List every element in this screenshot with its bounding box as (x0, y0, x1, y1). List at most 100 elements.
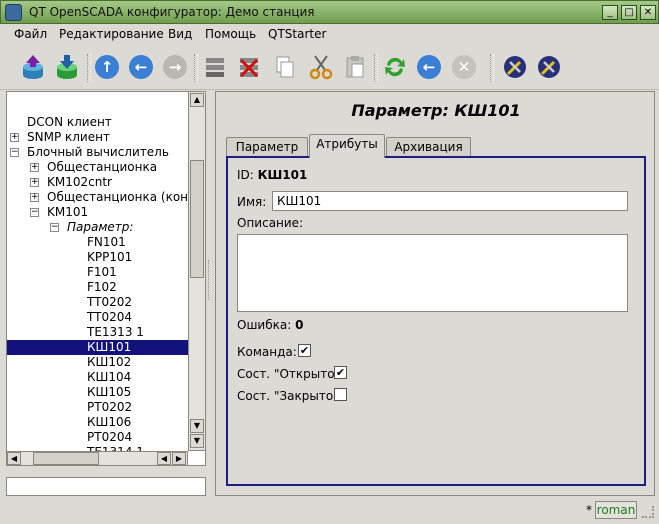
tree-item[interactable]: PT0202 (85, 400, 134, 415)
maximize-button[interactable]: □ (621, 5, 637, 20)
tab-parameter[interactable]: Параметр (226, 137, 308, 157)
parameter-panel: Параметр: КШ101 Параметр Атрибуты Архива… (215, 91, 655, 496)
expand-icon[interactable]: + (10, 133, 19, 142)
db-save-button[interactable] (52, 52, 82, 82)
tool-button[interactable] (500, 52, 530, 82)
expand-icon[interactable]: + (30, 163, 39, 172)
tool-icon (504, 56, 526, 78)
tree-item[interactable]: КШ104 (85, 370, 133, 385)
tree-item[interactable]: КШ101 (7, 340, 189, 355)
description-field[interactable] (237, 234, 628, 312)
description-label: Описание: (237, 216, 304, 230)
scroll-left-icon[interactable]: ◀ (7, 452, 21, 465)
tree-item[interactable]: КШ106 (85, 415, 133, 430)
tree-item[interactable]: TT0202 (85, 295, 134, 310)
error-value: 0 (295, 318, 304, 332)
tree-horizontal-scrollbar[interactable]: ◀ ◀ ▶ (6, 451, 188, 466)
menu-help[interactable]: Помощь (205, 27, 256, 41)
refresh-button[interactable] (380, 52, 410, 82)
tree-vertical-scrollbar[interactable]: ▲ ▼ ▼ (188, 91, 206, 451)
menu-bar: Файл Редактирование Вид Помощь QTStarter (0, 24, 659, 46)
error-label-text: Ошибка: (237, 318, 292, 332)
scroll-down-icon[interactable]: ▼ (190, 434, 204, 448)
scrollbar-thumb[interactable] (190, 160, 204, 278)
minimize-button[interactable]: _ (602, 5, 618, 20)
window-title: QT OpenSCADA конфигуратор: Демо станция (29, 5, 315, 19)
tree-item[interactable]: F101 (85, 265, 119, 280)
scroll-up-icon[interactable]: ▲ (190, 93, 204, 107)
collapse-icon[interactable]: − (30, 208, 39, 217)
tree-item[interactable]: KPP101 (85, 250, 134, 265)
name-field[interactable]: КШ101 (272, 191, 628, 211)
panel-splitter[interactable] (208, 260, 212, 300)
paste-button (340, 52, 370, 82)
menu-edit[interactable]: Редактирование (59, 27, 164, 41)
tree-item[interactable]: Блочный вычислитель (25, 145, 171, 160)
scroll-down-icon[interactable]: ▼ (190, 419, 204, 433)
user-indicator[interactable]: roman (595, 501, 637, 519)
tree-item-label: KM101 (47, 205, 89, 219)
resize-grip-icon[interactable] (642, 506, 654, 518)
modified-indicator: * (586, 503, 592, 517)
tree-item[interactable]: TE1313 1 (85, 325, 146, 340)
db-load-button[interactable] (18, 52, 48, 82)
tree-item[interactable]: FN101 (85, 235, 128, 250)
delete-button[interactable] (234, 52, 264, 82)
scroll-left-icon[interactable]: ◀ (157, 452, 171, 465)
tool2-icon (538, 56, 560, 78)
tree-item[interactable]: Общестанционка (контр) (45, 190, 205, 205)
title-bar: QT OpenSCADA конфигуратор: Демо станция … (0, 0, 659, 24)
tree-item[interactable]: Общестанционка (45, 160, 159, 175)
collapse-icon[interactable]: − (10, 148, 19, 157)
toolbar-separator (490, 54, 494, 82)
tab-attributes[interactable]: Атрибуты (309, 134, 385, 158)
collapse-icon[interactable]: − (50, 223, 59, 232)
back-button[interactable]: ← (126, 52, 156, 82)
expand-icon[interactable]: + (30, 178, 39, 187)
start-icon: ← (417, 55, 441, 79)
start-button[interactable]: ← (414, 52, 444, 82)
tree-item-label: КШ102 (87, 355, 132, 369)
add-button[interactable] (200, 52, 230, 82)
open-state-checkbox[interactable]: ✔ (334, 366, 347, 379)
tree-item[interactable]: КШ105 (85, 385, 133, 400)
tree-item[interactable]: SNMP клиент (25, 130, 112, 145)
expand-icon[interactable]: + (30, 193, 39, 202)
tree-item-label: TT0204 (87, 310, 132, 324)
back-icon: ← (129, 55, 153, 79)
id-label-text: ID: (237, 168, 254, 182)
tree-item[interactable]: F102 (85, 280, 119, 295)
tree-item-label: Параметр: (67, 220, 134, 234)
app-icon[interactable] (5, 4, 22, 21)
tree-item-label: F101 (87, 265, 117, 279)
tree-item[interactable]: TT0204 (85, 310, 134, 325)
up-button[interactable]: ↑ (92, 52, 122, 82)
tab-archiving[interactable]: Архивация (386, 137, 471, 157)
closed-state-checkbox[interactable] (334, 388, 347, 401)
menu-qtstarter[interactable]: QTStarter (268, 27, 326, 41)
object-tree[interactable]: DCON клиент SNMP клиент + Блочный вычислите… (6, 91, 206, 466)
scrollbar-thumb[interactable] (33, 452, 99, 465)
cut-button[interactable] (306, 52, 336, 82)
tree-item[interactable]: KM102cntr (45, 175, 114, 190)
tree-item[interactable]: KM101 (45, 205, 90, 220)
tree-item[interactable]: КШ102 (85, 355, 133, 370)
tool2-button[interactable] (534, 52, 564, 82)
close-button[interactable]: ✕ (640, 5, 656, 20)
tree-item[interactable]: PT0204 (85, 430, 134, 445)
tree-item-label: Общестанционка (47, 160, 158, 174)
tree-item[interactable]: Параметр: (65, 220, 135, 235)
tree-filter-field[interactable] (6, 477, 206, 496)
add-icon (206, 58, 224, 77)
command-checkbox[interactable]: ✔ (298, 344, 311, 357)
tree-item-label: КШ106 (87, 415, 132, 429)
menu-view[interactable]: Вид (168, 27, 192, 41)
tree-item[interactable]: DCON клиент (25, 115, 114, 130)
tree-item-label: PT0204 (87, 430, 133, 444)
db-load-icon (23, 55, 43, 79)
scroll-right-icon[interactable]: ▶ (172, 452, 186, 465)
tree-item-label: КШ101 (87, 340, 132, 354)
menu-file[interactable]: Файл (14, 27, 47, 41)
copy-icon (276, 56, 294, 78)
name-label: Имя: (237, 195, 267, 209)
